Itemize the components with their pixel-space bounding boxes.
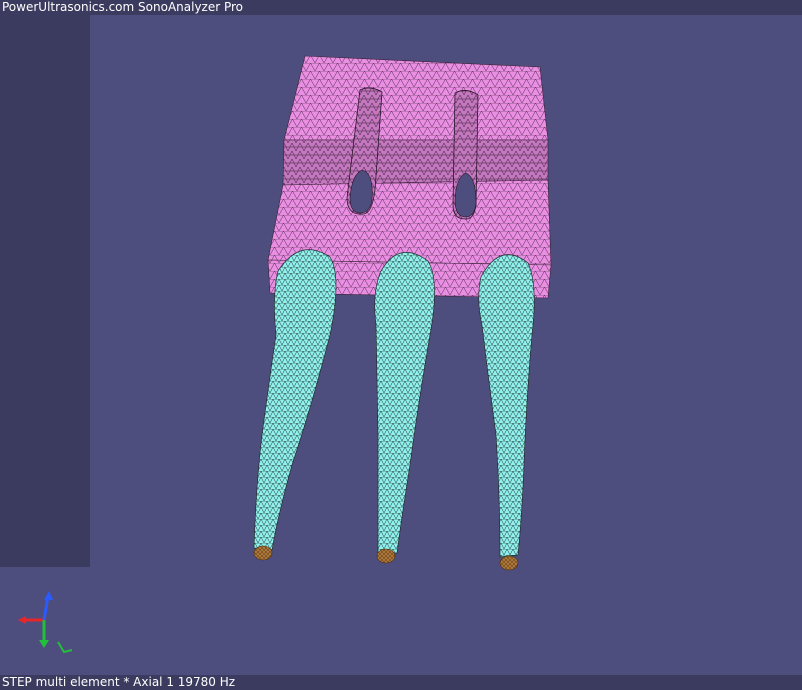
prong-tip-right	[499, 555, 519, 571]
prong-middle	[374, 252, 435, 554]
3d-viewport[interactable]	[0, 15, 802, 675]
horn-model[interactable]	[253, 55, 552, 571]
prong-left	[253, 249, 337, 551]
status-bar: STEP multi element * Axial 1 19780 Hz	[0, 675, 802, 690]
axis-triad	[14, 590, 78, 660]
prong-tip-left	[253, 545, 273, 561]
side-panel	[0, 15, 90, 567]
window-title: PowerUltrasonics.com SonoAnalyzer Pro	[0, 0, 802, 15]
block-step-face	[282, 139, 549, 186]
prong-right	[478, 254, 535, 558]
block-top-face	[283, 55, 549, 141]
prong-tip-middle	[376, 548, 396, 564]
